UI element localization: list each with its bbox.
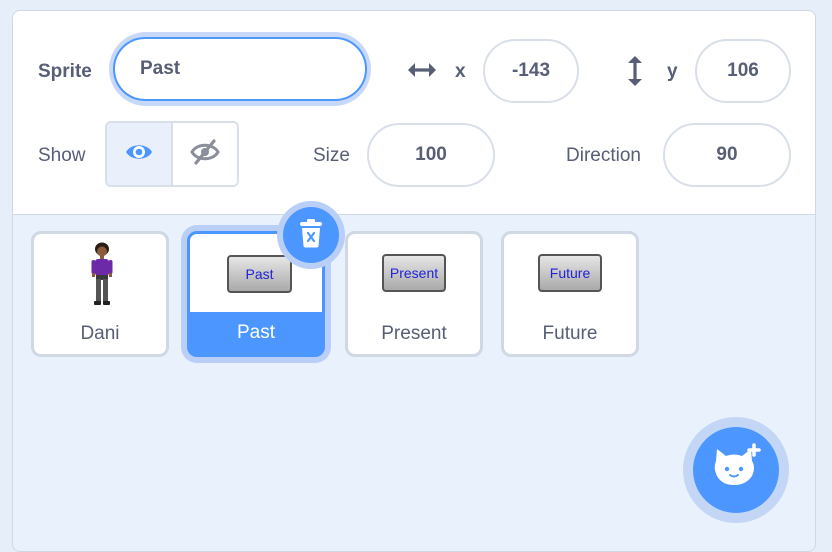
sprite-info-panel: Sprite x -143 y 106 Show <box>13 11 815 215</box>
show-label: Show <box>38 145 86 166</box>
vertical-arrows-icon <box>625 53 645 94</box>
sprite-tile-label: Future <box>542 323 598 344</box>
direction-label: Direction <box>566 145 641 166</box>
sprite-tile-future[interactable]: Future Future <box>501 231 639 357</box>
eye-icon <box>124 141 154 168</box>
character-thumbnail <box>90 242 114 313</box>
size-input[interactable]: 100 <box>367 123 495 187</box>
trash-icon <box>298 218 324 253</box>
x-input[interactable]: -143 <box>483 39 579 103</box>
sprite-tile-label: Present <box>381 323 447 344</box>
sprite-tile-dani[interactable]: Dani <box>31 231 169 357</box>
size-label: Size <box>313 145 350 166</box>
show-toggle-group <box>105 121 239 187</box>
past-button-thumbnail: Past <box>227 255 292 293</box>
delete-sprite-button[interactable] <box>283 207 339 263</box>
future-button-thumbnail: Future <box>538 254 602 292</box>
sprite-tile-present[interactable]: Present Present <box>345 231 483 357</box>
present-button-thumbnail: Present <box>382 254 446 292</box>
horizontal-arrows-icon <box>405 60 439 85</box>
cat-add-icon <box>708 442 764 498</box>
sprite-tile-label: Dani <box>80 323 120 344</box>
x-label: x <box>455 61 466 82</box>
sprite-name-input[interactable] <box>113 37 367 101</box>
add-sprite-button[interactable] <box>693 427 779 513</box>
sprite-tile-label: Past <box>236 322 276 343</box>
show-hidden-button[interactable] <box>173 123 237 185</box>
show-visible-button[interactable] <box>107 123 173 185</box>
eye-slash-icon <box>190 138 220 170</box>
y-input[interactable]: 106 <box>695 39 791 103</box>
y-label: y <box>667 61 678 82</box>
sprite-label: Sprite <box>38 61 92 82</box>
direction-input[interactable]: 90 <box>663 123 791 187</box>
